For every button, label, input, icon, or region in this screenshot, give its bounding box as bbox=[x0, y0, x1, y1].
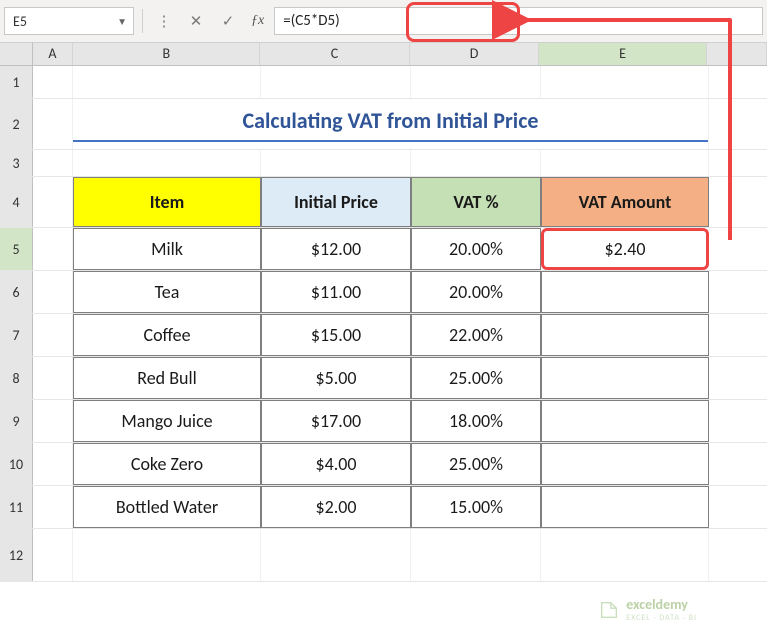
cell[interactable] bbox=[33, 486, 73, 528]
cell[interactable] bbox=[73, 66, 261, 98]
watermark: exceldemy EXCEL · DATA · BI bbox=[598, 596, 697, 623]
cell[interactable] bbox=[33, 177, 73, 227]
row-header[interactable]: 3 bbox=[0, 150, 33, 176]
name-box[interactable]: E5 ▼ bbox=[4, 7, 134, 35]
title-cell[interactable]: Calculating VAT from Initial Price bbox=[73, 99, 709, 149]
col-header-a[interactable]: A bbox=[33, 43, 74, 65]
cell[interactable] bbox=[33, 443, 73, 485]
col-header-b[interactable]: B bbox=[73, 43, 260, 65]
formula-text: =(C5*D5) bbox=[283, 12, 339, 30]
cell-vat[interactable]: 20.00% bbox=[411, 228, 541, 270]
cell-item[interactable]: Bottled Water bbox=[73, 486, 261, 528]
cell-price[interactable]: $4.00 bbox=[261, 443, 411, 485]
watermark-tag: EXCEL · DATA · BI bbox=[626, 613, 697, 623]
watermark-brand: exceldemy bbox=[626, 596, 697, 613]
cell[interactable] bbox=[33, 99, 73, 149]
cell-vat[interactable]: 20.00% bbox=[411, 271, 541, 313]
row-header[interactable]: 10 bbox=[0, 443, 33, 485]
row-header[interactable]: 7 bbox=[0, 314, 33, 356]
row-header[interactable]: 11 bbox=[0, 486, 33, 528]
cell-price[interactable]: $15.00 bbox=[261, 314, 411, 356]
chevron-down-icon[interactable]: ▼ bbox=[117, 15, 127, 28]
enter-icon[interactable]: ✓ bbox=[215, 8, 241, 34]
cell-vat[interactable]: 15.00% bbox=[411, 486, 541, 528]
cell-price[interactable]: $11.00 bbox=[261, 271, 411, 313]
separator bbox=[142, 9, 143, 33]
sheet-title: Calculating VAT from Initial Price bbox=[73, 107, 708, 142]
cell-reference: E5 bbox=[13, 13, 27, 30]
cell-price[interactable]: $17.00 bbox=[261, 400, 411, 442]
cell[interactable] bbox=[261, 529, 411, 581]
cell[interactable] bbox=[33, 150, 73, 176]
select-all-corner[interactable] bbox=[0, 43, 33, 65]
cell-item[interactable]: Mango Juice bbox=[73, 400, 261, 442]
cell-vat-amount[interactable] bbox=[541, 400, 709, 442]
spreadsheet: A B C D E 1 2 Calculating VAT from Initi… bbox=[0, 43, 767, 582]
cell[interactable] bbox=[33, 271, 73, 313]
formula-bar: E5 ▼ ⋮ ✕ ✓ ƒx =(C5*D5) bbox=[0, 0, 767, 43]
cell-item[interactable]: Coke Zero bbox=[73, 443, 261, 485]
header-vat-amount[interactable]: VAT Amount bbox=[541, 177, 709, 227]
cell[interactable] bbox=[33, 66, 73, 98]
cell-price[interactable]: $2.00 bbox=[261, 486, 411, 528]
cell-vat[interactable]: 18.00% bbox=[411, 400, 541, 442]
col-header-e[interactable]: E bbox=[539, 43, 706, 65]
col-header-c[interactable]: C bbox=[260, 43, 409, 65]
cell-vat-amount-selected[interactable]: $2.40 bbox=[541, 228, 709, 270]
cell[interactable] bbox=[261, 66, 411, 98]
header-initial-price[interactable]: Initial Price bbox=[261, 177, 411, 227]
cell[interactable] bbox=[73, 529, 261, 581]
cell[interactable] bbox=[33, 228, 73, 270]
cell[interactable] bbox=[411, 66, 541, 98]
row-header[interactable]: 2 bbox=[0, 99, 33, 149]
cell-vat[interactable]: 25.00% bbox=[411, 357, 541, 399]
cell[interactable] bbox=[541, 66, 709, 98]
row-header[interactable]: 9 bbox=[0, 400, 33, 442]
cell-vat-amount[interactable] bbox=[541, 486, 709, 528]
cell[interactable] bbox=[33, 357, 73, 399]
cell-vat-amount[interactable] bbox=[541, 357, 709, 399]
cell[interactable] bbox=[541, 529, 709, 581]
row-header[interactable]: 5 bbox=[0, 228, 33, 270]
cell-price[interactable]: $12.00 bbox=[261, 228, 411, 270]
cell[interactable] bbox=[33, 314, 73, 356]
formula-input[interactable]: =(C5*D5) bbox=[274, 7, 763, 35]
row-header[interactable]: 4 bbox=[0, 177, 33, 227]
cell-price[interactable]: $5.00 bbox=[261, 357, 411, 399]
fx-icon[interactable]: ƒx bbox=[247, 13, 268, 29]
row-header[interactable]: 12 bbox=[0, 529, 33, 581]
dots-icon: ⋮ bbox=[151, 8, 177, 34]
cell-vat[interactable]: 25.00% bbox=[411, 443, 541, 485]
cell-vat-amount[interactable] bbox=[541, 271, 709, 313]
cell[interactable] bbox=[73, 150, 261, 176]
row-header[interactable]: 6 bbox=[0, 271, 33, 313]
header-vat-pct[interactable]: VAT % bbox=[411, 177, 541, 227]
cell[interactable] bbox=[411, 150, 541, 176]
col-header-d[interactable]: D bbox=[410, 43, 540, 65]
cell-vat-amount[interactable] bbox=[541, 314, 709, 356]
cell[interactable] bbox=[33, 400, 73, 442]
rows: 1 2 Calculating VAT from Initial Price 3 bbox=[0, 66, 767, 582]
cell[interactable] bbox=[33, 529, 73, 581]
logo-icon bbox=[598, 599, 620, 621]
cell-item[interactable]: Coffee bbox=[73, 314, 261, 356]
cell-item[interactable]: Milk bbox=[73, 228, 261, 270]
column-headers: A B C D E bbox=[0, 43, 767, 66]
header-item[interactable]: Item bbox=[73, 177, 261, 227]
cancel-icon[interactable]: ✕ bbox=[183, 8, 209, 34]
row-header[interactable]: 1 bbox=[0, 66, 33, 98]
cell[interactable] bbox=[541, 150, 709, 176]
cell-vat-amount[interactable] bbox=[541, 443, 709, 485]
col-header-f[interactable] bbox=[707, 43, 767, 65]
cell-vat[interactable]: 22.00% bbox=[411, 314, 541, 356]
cell[interactable] bbox=[261, 150, 411, 176]
row-header[interactable]: 8 bbox=[0, 357, 33, 399]
cell-item[interactable]: Tea bbox=[73, 271, 261, 313]
cell-item[interactable]: Red Bull bbox=[73, 357, 261, 399]
cell[interactable] bbox=[411, 529, 541, 581]
